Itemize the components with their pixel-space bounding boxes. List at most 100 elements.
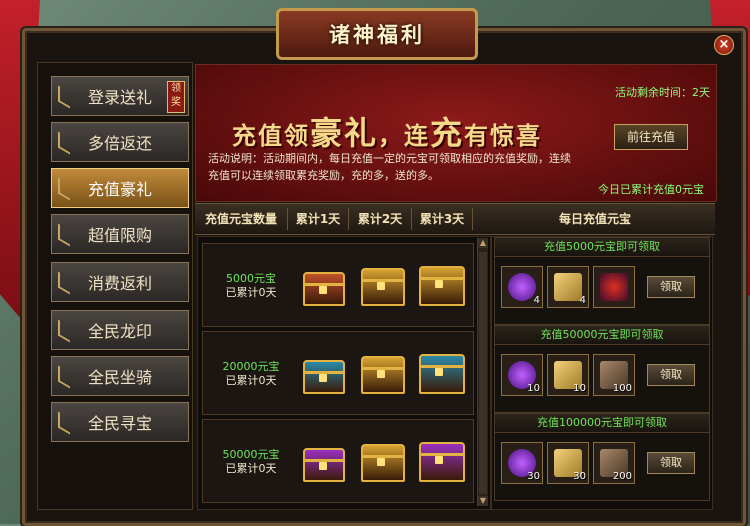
header-amount: 充值元宝数量 bbox=[204, 212, 277, 226]
accumulated-days: 已累计0天 bbox=[225, 374, 277, 387]
treasure-chest-icon[interactable] bbox=[303, 448, 345, 482]
treasure-chest-icon[interactable] bbox=[419, 354, 465, 394]
sidebar-item-label: 全民寻宝 bbox=[87, 414, 152, 433]
treasure-chest-icon[interactable] bbox=[419, 442, 465, 482]
sidebar-item-recharge-gift[interactable]: 充值豪礼 bbox=[51, 168, 189, 208]
accumulated-days: 已累计0天 bbox=[225, 286, 277, 299]
scroll-icon bbox=[554, 273, 582, 301]
item-count: 10 bbox=[573, 383, 586, 394]
claim-badge: 领奖 bbox=[167, 81, 185, 113]
purple-orb-icon bbox=[508, 273, 536, 301]
recharge-amount: 50000元宝 bbox=[222, 448, 280, 461]
table-row: 5000元宝 已累计0天 bbox=[202, 243, 474, 327]
warrior-portrait-icon bbox=[600, 273, 628, 301]
sidebar-item-label: 登录送礼 bbox=[87, 88, 152, 107]
treasure-chest-icon[interactable] bbox=[361, 444, 405, 482]
sidebar-item-label: 超值限购 bbox=[87, 226, 152, 245]
treasure-chest-icon[interactable] bbox=[361, 268, 405, 306]
reward-item[interactable]: 30 bbox=[501, 442, 543, 484]
window-title: 诸神福利 bbox=[329, 22, 425, 47]
item-count: 30 bbox=[573, 471, 586, 482]
arrow-icon bbox=[58, 177, 70, 201]
sidebar-item-mount[interactable]: 全民坐骑 bbox=[51, 356, 189, 396]
event-description: 活动说明：活动期间内，每日充值一定的元宝可领取相应的充值奖励，连续充值可以连续领… bbox=[208, 152, 571, 182]
arrow-icon bbox=[58, 411, 70, 435]
claim-button[interactable]: 领取 bbox=[647, 276, 695, 298]
arrow-icon bbox=[58, 319, 70, 343]
recharge-amount: 5000元宝 bbox=[226, 272, 276, 285]
table-row: 20000元宝 已累计0天 bbox=[202, 331, 474, 415]
table-row: 50000元宝 已累计0天 bbox=[202, 419, 474, 503]
slogan-part: 豪礼 bbox=[310, 114, 379, 152]
scroll-down-icon[interactable]: ▼ bbox=[478, 496, 488, 506]
daily-reward-condition: 充值100000元宝即可领取 bbox=[495, 414, 709, 433]
arrow-icon bbox=[58, 131, 70, 155]
sidebar-item-label: 全民坐骑 bbox=[87, 368, 152, 387]
sidebar-item-label: 多倍返还 bbox=[87, 134, 152, 153]
sidebar-item-label: 消费返利 bbox=[87, 274, 152, 293]
header-daily: 每日充值元宝 bbox=[558, 212, 631, 226]
slogan-part: 有惊喜 bbox=[464, 121, 543, 150]
sidebar-item-spend-rebate[interactable]: 消费返利 bbox=[51, 262, 189, 302]
scrollbar-thumb[interactable] bbox=[479, 252, 487, 494]
daily-reward-block: 充值50000元宝即可领取 10 10 100 领取 bbox=[494, 325, 710, 413]
recharge-amount: 20000元宝 bbox=[222, 360, 280, 373]
reward-item[interactable]: 4 bbox=[501, 266, 543, 308]
cumulative-reward-list: 5000元宝 已累计0天 20000元宝 已累计0天 50000元宝 已累计0天 bbox=[197, 236, 491, 510]
divider bbox=[472, 208, 473, 230]
close-icon[interactable]: × bbox=[714, 35, 734, 55]
item-count: 10 bbox=[527, 383, 540, 394]
header-day3: 累计3天 bbox=[419, 212, 465, 226]
sidebar-item-login-gift[interactable]: 登录送礼 领奖 bbox=[51, 76, 189, 116]
arrow-icon bbox=[58, 223, 70, 247]
treasure-chest-icon[interactable] bbox=[419, 266, 465, 306]
daily-reward-panel: 充值5000元宝即可领取 4 4 领取 充值50000元宝即可领取 10 10 … bbox=[491, 236, 713, 510]
daily-reward-condition: 充值5000元宝即可领取 bbox=[495, 238, 709, 257]
event-slogan: 充值领豪礼，连充有惊喜 bbox=[232, 108, 542, 154]
today-recharge-total: 今日已累计充值0元宝 bbox=[598, 183, 704, 196]
amount-cell: 5000元宝 已累计0天 bbox=[211, 272, 291, 300]
header-day1: 累计1天 bbox=[295, 212, 341, 226]
slogan-part: 充值领 bbox=[232, 121, 310, 150]
daily-reward-block: 充值100000元宝即可领取 30 30 200 领取 bbox=[494, 413, 710, 501]
sidebar-item-multi-return[interactable]: 多倍返还 bbox=[51, 122, 189, 162]
accumulated-days: 已累计0天 bbox=[225, 462, 277, 475]
treasure-chest-icon[interactable] bbox=[303, 360, 345, 394]
arrow-icon bbox=[58, 85, 70, 109]
scroll-up-icon[interactable]: ▲ bbox=[478, 238, 488, 248]
treasure-chest-icon[interactable] bbox=[303, 272, 345, 306]
arrow-icon bbox=[58, 365, 70, 389]
claim-button[interactable]: 领取 bbox=[647, 364, 695, 386]
reward-item[interactable]: 200 bbox=[593, 442, 635, 484]
sidebar-item-label: 全民龙印 bbox=[87, 322, 152, 341]
sidebar-item-limited-buy[interactable]: 超值限购 bbox=[51, 214, 189, 254]
item-count: 30 bbox=[527, 471, 540, 482]
amount-cell: 50000元宝 已累计0天 bbox=[211, 448, 291, 476]
reward-item[interactable]: 100 bbox=[593, 354, 635, 396]
reward-item[interactable] bbox=[593, 266, 635, 308]
table-header: 充值元宝数量 累计1天 累计2天 累计3天 每日充值元宝 bbox=[195, 203, 715, 235]
daily-reward-block: 充值5000元宝即可领取 4 4 领取 bbox=[494, 237, 710, 325]
amount-cell: 20000元宝 已累计0天 bbox=[211, 360, 291, 388]
treasure-chest-icon[interactable] bbox=[361, 356, 405, 394]
slogan-part: 充 bbox=[430, 114, 465, 152]
item-count: 4 bbox=[533, 295, 540, 306]
arrow-icon bbox=[58, 271, 70, 295]
reward-item[interactable]: 30 bbox=[547, 442, 589, 484]
header-day2: 累计2天 bbox=[357, 212, 403, 226]
list-scrollbar[interactable]: ▲ ▼ bbox=[477, 238, 488, 506]
sidebar-item-dragon-seal[interactable]: 全民龙印 bbox=[51, 310, 189, 350]
item-count: 200 bbox=[612, 471, 632, 482]
goto-recharge-button[interactable]: 前往充值 bbox=[614, 124, 688, 150]
daily-reward-condition: 充值50000元宝即可领取 bbox=[495, 326, 709, 345]
reward-item[interactable]: 4 bbox=[547, 266, 589, 308]
remaining-time: 活动剩余时间：2天 bbox=[615, 86, 710, 99]
window-title-plate: 诸神福利 bbox=[276, 8, 478, 60]
reward-item[interactable]: 10 bbox=[501, 354, 543, 396]
claim-button[interactable]: 领取 bbox=[647, 452, 695, 474]
reward-item[interactable]: 10 bbox=[547, 354, 589, 396]
item-count: 4 bbox=[579, 295, 586, 306]
sidebar-item-treasure-hunt[interactable]: 全民寻宝 bbox=[51, 402, 189, 442]
item-count: 100 bbox=[612, 383, 632, 394]
slogan-part: ，连 bbox=[378, 121, 431, 150]
